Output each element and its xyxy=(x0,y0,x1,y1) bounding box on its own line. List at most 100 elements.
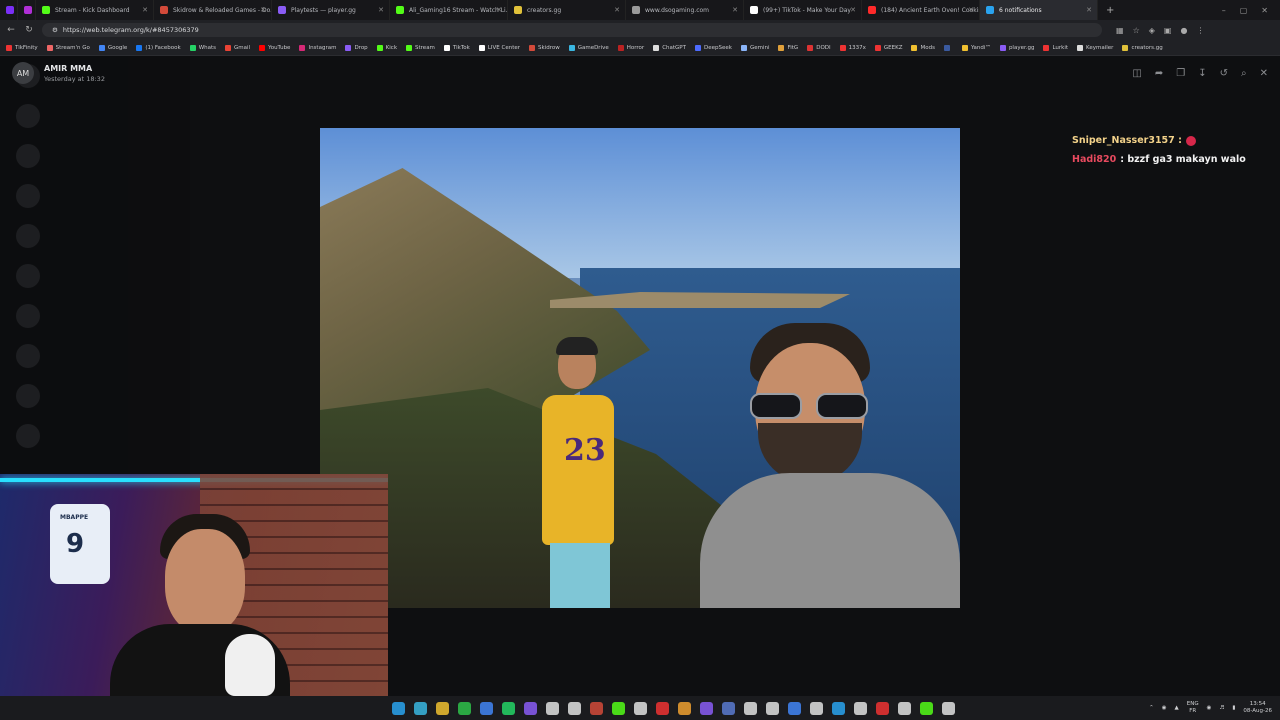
taskbar-app-icon[interactable] xyxy=(502,701,515,715)
rotate-icon[interactable]: ↺ xyxy=(1220,68,1228,79)
bookmark-star-icon[interactable]: ☆ xyxy=(1133,26,1140,35)
taskbar-app-icon[interactable] xyxy=(612,701,625,715)
chat-list-item[interactable] xyxy=(0,296,190,336)
forward-icon[interactable]: ➦ xyxy=(1155,68,1163,79)
close-window-icon[interactable]: ✕ xyxy=(1261,6,1268,15)
chat-list-item[interactable] xyxy=(0,96,190,136)
taskbar-app-icon[interactable] xyxy=(414,701,427,715)
taskbar-app-icon[interactable] xyxy=(392,701,405,715)
bookmark-item[interactable]: 1337x xyxy=(839,44,866,51)
browser-tab[interactable]: (99+) TikTok - Make Your Day ✕ xyxy=(744,0,862,20)
taskbar-app-icon[interactable] xyxy=(832,701,845,715)
bookmark-item[interactable]: Skidrow xyxy=(529,44,560,51)
bookmark-item[interactable]: YouTube xyxy=(259,44,290,51)
bookmark-item[interactable]: TikFinity xyxy=(6,44,38,51)
chat-list-item[interactable] xyxy=(0,376,190,416)
bookmark-item[interactable]: Gmail xyxy=(225,44,250,51)
chat-list-item[interactable] xyxy=(0,176,190,216)
browser-tab[interactable]: (184) Ancient Earth Oven! Cookin... ✕ xyxy=(862,0,980,20)
clock[interactable]: 13:54 08-Aug-26 xyxy=(1243,701,1272,715)
tab-close-icon[interactable]: ✕ xyxy=(968,6,974,14)
browser-tab[interactable]: Ali_Gaming16 Stream - Watch Li... ✕ xyxy=(390,0,508,20)
bookmark-item[interactable]: Yandi™ xyxy=(961,44,991,51)
taskbar-app-icon[interactable] xyxy=(722,701,735,715)
bookmark-item[interactable]: DeepSeek xyxy=(694,44,732,51)
taskbar-app-icon[interactable] xyxy=(700,701,713,715)
taskbar-app-icon[interactable] xyxy=(810,701,823,715)
tab-close-icon[interactable]: ✕ xyxy=(496,6,502,14)
bookmark-item[interactable]: Kick xyxy=(376,44,397,51)
zoom-icon[interactable]: ⌕ xyxy=(1241,68,1247,79)
tab-close-icon[interactable]: ✕ xyxy=(378,6,384,14)
taskbar-app-icon[interactable] xyxy=(942,701,955,715)
browser-tab[interactable]: Playtests — player.gg ✕ xyxy=(272,0,390,20)
browser-tab[interactable] xyxy=(0,0,18,20)
chat-list-item[interactable] xyxy=(0,256,190,296)
minimize-icon[interactable]: – xyxy=(1222,6,1226,15)
bookmark-item[interactable] xyxy=(943,44,953,51)
delete-icon[interactable]: ◫ xyxy=(1132,68,1141,79)
taskbar-app-icon[interactable] xyxy=(524,701,537,715)
tab-close-icon[interactable]: ✕ xyxy=(732,6,738,14)
photo-media[interactable]: 23 xyxy=(320,128,960,608)
bookmark-item[interactable]: player.gg xyxy=(999,44,1034,51)
tray-chevron-icon[interactable]: ⌃ xyxy=(1149,705,1154,711)
download-icon[interactable]: ↧ xyxy=(1198,68,1206,79)
bookmark-item[interactable]: Google xyxy=(98,44,127,51)
taskbar-app-icon[interactable] xyxy=(568,701,581,715)
taskbar-app-icon[interactable] xyxy=(436,701,449,715)
chat-list-item[interactable] xyxy=(0,336,190,376)
taskbar-app-icon[interactable] xyxy=(766,701,779,715)
bookmark-item[interactable]: (1) Facebook xyxy=(136,44,181,51)
extension-icon[interactable]: ◈ xyxy=(1149,26,1155,35)
back-icon[interactable]: ← xyxy=(6,25,16,35)
sender-avatar[interactable]: AM xyxy=(12,62,34,84)
tab-close-icon[interactable]: ✕ xyxy=(614,6,620,14)
wifi-icon[interactable]: ◉ xyxy=(1207,705,1212,711)
taskbar-app-icon[interactable] xyxy=(656,701,669,715)
browser-tab[interactable]: 6 notifications ✕ xyxy=(980,0,1098,20)
taskbar-app-icon[interactable] xyxy=(854,701,867,715)
bookmark-item[interactable]: GameDrive xyxy=(568,44,609,51)
tray-app-icon[interactable]: ◉ xyxy=(1162,705,1167,711)
restore-icon[interactable]: ▢ xyxy=(1240,6,1248,15)
bookmark-item[interactable]: Horror xyxy=(617,44,644,51)
bookmark-item[interactable]: FitG xyxy=(778,44,798,51)
menu-icon[interactable]: ⋮ xyxy=(1196,26,1204,35)
bookmark-item[interactable]: DODI xyxy=(807,44,831,51)
taskbar-app-icon[interactable] xyxy=(678,701,691,715)
bookmark-item[interactable]: Stream xyxy=(406,44,435,51)
tab-close-icon[interactable]: ✕ xyxy=(850,6,856,14)
network-icon[interactable]: ▲ xyxy=(1175,705,1179,711)
taskbar-app-icon[interactable] xyxy=(788,701,801,715)
taskbar-app-icon[interactable] xyxy=(590,701,603,715)
reload-icon[interactable]: ↻ xyxy=(24,25,34,35)
chat-list-item[interactable] xyxy=(0,216,190,256)
taskbar-app-icon[interactable] xyxy=(480,701,493,715)
tab-close-icon[interactable]: ✕ xyxy=(260,6,266,14)
bookmark-item[interactable]: Lurkit xyxy=(1043,44,1068,51)
translate-icon[interactable]: ▦ xyxy=(1116,26,1124,35)
bookmark-item[interactable]: ChatGPT xyxy=(653,44,686,51)
tab-close-icon[interactable]: ✕ xyxy=(142,6,148,14)
browser-tab[interactable]: creators.gg ✕ xyxy=(508,0,626,20)
profile-icon[interactable]: ● xyxy=(1180,26,1187,35)
language-indicator[interactable]: ENG FR xyxy=(1187,701,1199,715)
taskbar-app-icon[interactable] xyxy=(546,701,559,715)
chat-list-item[interactable] xyxy=(0,416,190,456)
url-field[interactable]: ⚙ https://web.telegram.org/k/#8457306379 xyxy=(42,23,1102,37)
bookmark-item[interactable]: Instagram xyxy=(299,44,336,51)
browser-tab[interactable]: Stream - Kick Dashboard ✕ xyxy=(36,0,154,20)
taskbar-app-icon[interactable] xyxy=(876,701,889,715)
browser-tab[interactable] xyxy=(18,0,36,20)
taskbar-app-icon[interactable] xyxy=(920,701,933,715)
browser-tab[interactable]: Skidrow & Reloaded Games - Do... ✕ xyxy=(154,0,272,20)
bookmark-item[interactable]: TikTok xyxy=(443,44,470,51)
taskbar-app-icon[interactable] xyxy=(458,701,471,715)
chat-list-item[interactable] xyxy=(0,136,190,176)
site-info-icon[interactable]: ⚙ xyxy=(52,26,58,34)
bookmark-item[interactable]: LIVE Center xyxy=(478,44,520,51)
browser-tab[interactable]: www.dsogaming.com ✕ xyxy=(626,0,744,20)
close-viewer-icon[interactable]: ✕ xyxy=(1260,68,1268,79)
bookmark-item[interactable]: Drop xyxy=(345,44,368,51)
